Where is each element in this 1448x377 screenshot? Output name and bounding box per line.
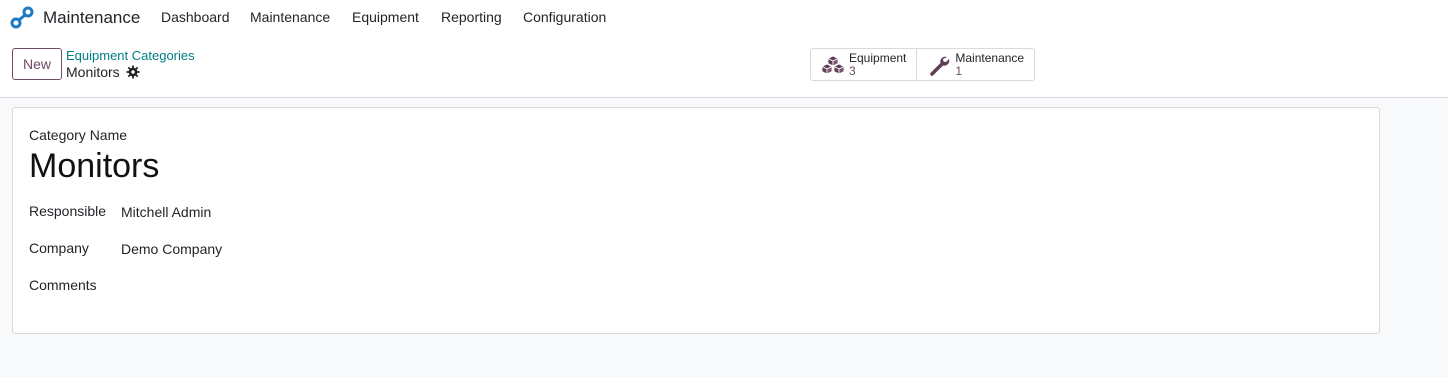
responsible-label: Responsible [29,203,107,219]
breadcrumb-current: Monitors [66,64,140,80]
category-name-label: Category Name [29,127,128,143]
maintenance-smart-count: 1 [955,64,963,78]
breadcrumb-current-label: Monitors [66,64,120,80]
maintenance-smart-button[interactable]: Maintenance 1 [916,49,1034,80]
comments-label: Comments [29,277,97,293]
wrench-icon [930,56,950,76]
breadcrumb-parent[interactable]: Equipment Categories [66,48,195,63]
nav-item-equipment[interactable]: Equipment [352,9,419,25]
smart-buttons: Equipment 3 Maintenance 1 [810,48,1036,81]
nav-item-reporting[interactable]: Reporting [441,9,502,25]
top-navbar: Maintenance Dashboard Maintenance Equipm… [0,0,1448,35]
nav-item-configuration[interactable]: Configuration [523,9,606,25]
equipment-smart-count: 3 [849,64,856,78]
gear-icon[interactable] [126,65,140,79]
new-button[interactable]: New [12,48,62,80]
maintenance-smart-label: Maintenance [955,51,1025,65]
company-field[interactable]: Demo Company [121,241,222,257]
equipment-smart-button[interactable]: Equipment 3 [811,49,916,80]
company-label: Company [29,240,89,256]
control-panel: New Equipment Categories Monitors Equipm… [0,35,1448,98]
responsible-field[interactable]: Mitchell Admin [121,204,211,220]
app-name[interactable]: Maintenance [43,8,140,28]
nav-item-dashboard[interactable]: Dashboard [161,9,230,25]
equipment-smart-label: Equipment [849,51,907,65]
nav-item-maintenance[interactable]: Maintenance [250,9,330,25]
form-sheet: Category Name Monitors Responsible Mitch… [12,107,1380,334]
app-logo-icon[interactable] [10,6,34,30]
category-name-field[interactable]: Monitors [29,147,159,186]
comments-field[interactable] [121,278,721,298]
cubes-icon [821,55,845,75]
